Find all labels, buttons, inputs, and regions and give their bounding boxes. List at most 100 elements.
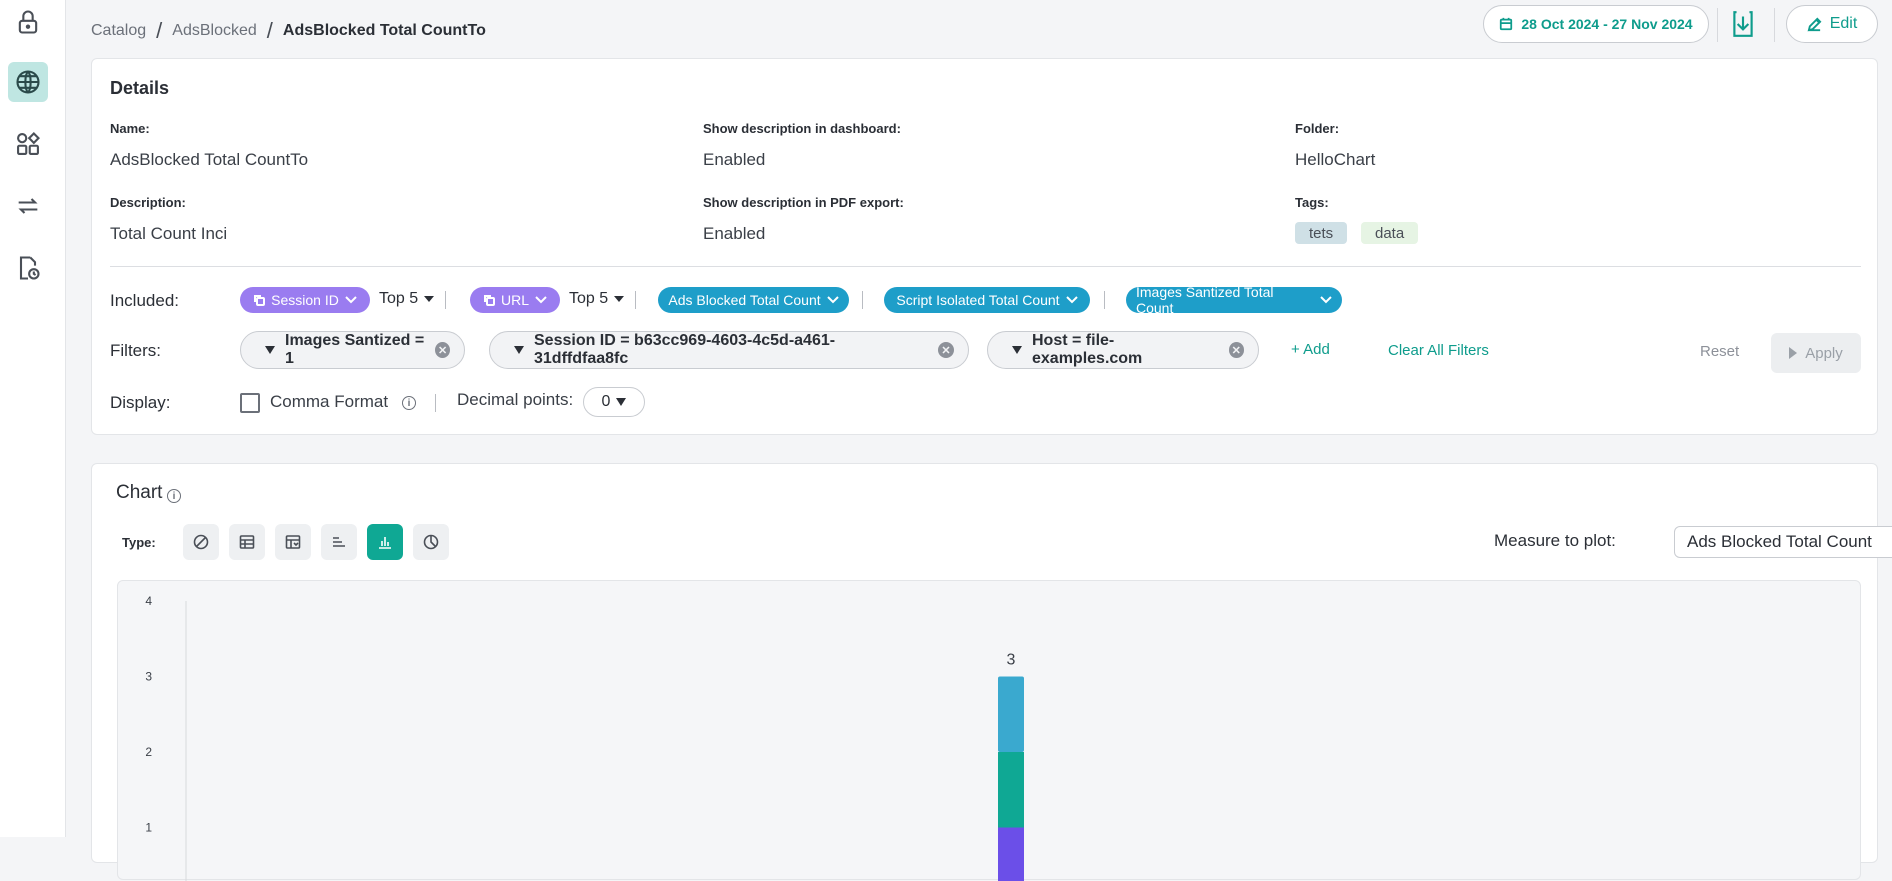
copy-icon (483, 294, 495, 306)
desc-dashboard-value: Enabled (703, 150, 765, 170)
measure-select-value: Ads Blocked Total Count (1687, 532, 1872, 552)
info-icon[interactable]: i (167, 489, 181, 503)
sync-icon[interactable] (8, 186, 48, 226)
remove-filter-icon[interactable]: ✕ (938, 342, 954, 358)
measure-pill-ads-blocked[interactable]: Ads Blocked Total Count (658, 287, 849, 313)
bar-segment[interactable] (998, 752, 1024, 828)
desc-pdf-label: Show description in PDF export: (703, 195, 904, 210)
filter-caret-icon (265, 346, 275, 354)
chart-title: Chart (116, 482, 162, 504)
name-label: Name: (110, 121, 150, 136)
filter-chip[interactable]: Session ID = b63cc969-4603-4c5d-a461-31d… (489, 331, 969, 369)
tag-chip[interactable]: tets (1295, 222, 1347, 244)
chart-type-vbar-button[interactable] (367, 524, 403, 560)
breadcrumb: Catalog / AdsBlocked / AdsBlocked Total … (91, 18, 486, 44)
breadcrumb-separator: / (156, 18, 162, 44)
dimension-pill-label: Session ID (271, 292, 339, 308)
no-chart-icon (192, 533, 210, 551)
display-label: Display: (110, 393, 170, 413)
tag-chip[interactable]: data (1361, 222, 1418, 244)
measure-to-plot-label: Measure to plot: (1494, 531, 1616, 551)
measure-pill-label: Ads Blocked Total Count (668, 292, 820, 308)
info-icon[interactable]: i (402, 396, 416, 410)
bar-segment[interactable] (998, 828, 1024, 881)
divider (445, 291, 446, 309)
measure-to-plot-select[interactable]: Ads Blocked Total Count (1674, 526, 1892, 558)
tags-label: Tags: (1295, 195, 1329, 210)
chevron-down-icon (345, 294, 357, 306)
play-icon (1789, 347, 1797, 359)
decimal-points-select[interactable]: 0 (583, 387, 645, 417)
remove-filter-icon[interactable]: ✕ (435, 342, 450, 358)
edit-button[interactable]: Edit (1786, 5, 1878, 43)
widgets-icon[interactable] (8, 124, 48, 164)
calendar-icon (1499, 17, 1513, 31)
remove-filter-icon[interactable]: ✕ (1229, 342, 1245, 358)
top-n-select[interactable]: Top 5 (569, 290, 624, 308)
chart-plot-area: 12343 (117, 580, 1861, 880)
name-value: AdsBlocked Total CountTo (110, 150, 308, 170)
decimal-points-value: 0 (602, 393, 611, 411)
chart-type-none-button[interactable] (183, 524, 219, 560)
divider (435, 394, 436, 412)
divider (862, 291, 863, 309)
sidebar (0, 0, 66, 837)
clear-all-filters-button[interactable]: Clear All Filters (1388, 342, 1489, 359)
date-range-button[interactable]: 28 Oct 2024 - 27 Nov 2024 (1483, 5, 1709, 43)
pie-chart-icon (422, 533, 440, 551)
measure-pill-label: Images Santized Total Count (1136, 284, 1314, 316)
folder-label: Folder: (1295, 121, 1339, 136)
top-n-select[interactable]: Top 5 (379, 290, 434, 308)
download-button[interactable] (1728, 8, 1758, 40)
lock-icon[interactable] (8, 2, 48, 42)
measure-pill-script-isolated[interactable]: Script Isolated Total Count (884, 287, 1090, 313)
divider (635, 291, 636, 309)
details-card: Details Name: AdsBlocked Total CountTo S… (91, 58, 1878, 435)
measure-pill-images-santized[interactable]: Images Santized Total Count (1126, 287, 1342, 313)
chevron-down-icon (1066, 294, 1078, 306)
folder-value: HelloChart (1295, 150, 1375, 170)
filter-chip[interactable]: Host = file-examples.com ✕ (987, 331, 1259, 369)
y-tick-label: 4 (145, 594, 152, 608)
dimension-pill-label: URL (501, 292, 529, 308)
desc-pdf-value: Enabled (703, 224, 765, 244)
reset-button[interactable]: Reset (1700, 343, 1739, 360)
description-value: Total Count Inci (110, 224, 227, 244)
breadcrumb-adsblocked[interactable]: AdsBlocked (172, 22, 257, 40)
apply-label: Apply (1805, 345, 1843, 362)
chart-type-pie-button[interactable] (413, 524, 449, 560)
filter-chip-label: Session ID = b63cc969-4603-4c5d-a461-31d… (534, 332, 928, 368)
chart-type-hbar-button[interactable] (321, 524, 357, 560)
date-range-label: 28 Oct 2024 - 27 Nov 2024 (1521, 16, 1692, 32)
copy-icon (253, 294, 265, 306)
dimension-pill-url[interactable]: URL (470, 287, 560, 313)
apply-button[interactable]: Apply (1771, 333, 1861, 373)
globe-icon[interactable] (8, 62, 48, 102)
desc-dashboard-label: Show description in dashboard: (703, 121, 901, 136)
vertical-bar-icon (376, 533, 394, 551)
bar-chart: 12343 (118, 581, 1862, 881)
report-history-icon[interactable] (8, 248, 48, 288)
y-tick-label: 3 (145, 670, 152, 684)
bar-segment[interactable] (998, 677, 1024, 753)
chart-type-table-button[interactable] (229, 524, 265, 560)
filter-chip-label: Images Santized = 1 (285, 332, 425, 368)
dimension-pill-session-id[interactable]: Session ID (240, 287, 370, 313)
add-filter-button[interactable]: + Add (1291, 341, 1330, 358)
chart-type-pivot-button[interactable] (275, 524, 311, 560)
main-content: Catalog / AdsBlocked / AdsBlocked Total … (66, 0, 1892, 837)
filter-chip[interactable]: Images Santized = 1 ✕ (240, 331, 465, 369)
chevron-down-icon (535, 294, 547, 306)
divider (1774, 8, 1775, 42)
pencil-icon (1807, 17, 1822, 32)
y-tick-label: 1 (145, 821, 152, 835)
comma-format-checkbox[interactable] (240, 393, 260, 413)
filters-label: Filters: (110, 341, 161, 361)
edit-label: Edit (1830, 15, 1858, 33)
filter-caret-icon (514, 346, 524, 354)
description-label: Description: (110, 195, 186, 210)
table-icon (238, 533, 256, 551)
breadcrumb-catalog[interactable]: Catalog (91, 22, 146, 40)
plus-icon: + (1291, 341, 1300, 358)
top-n-label: Top 5 (379, 290, 418, 308)
